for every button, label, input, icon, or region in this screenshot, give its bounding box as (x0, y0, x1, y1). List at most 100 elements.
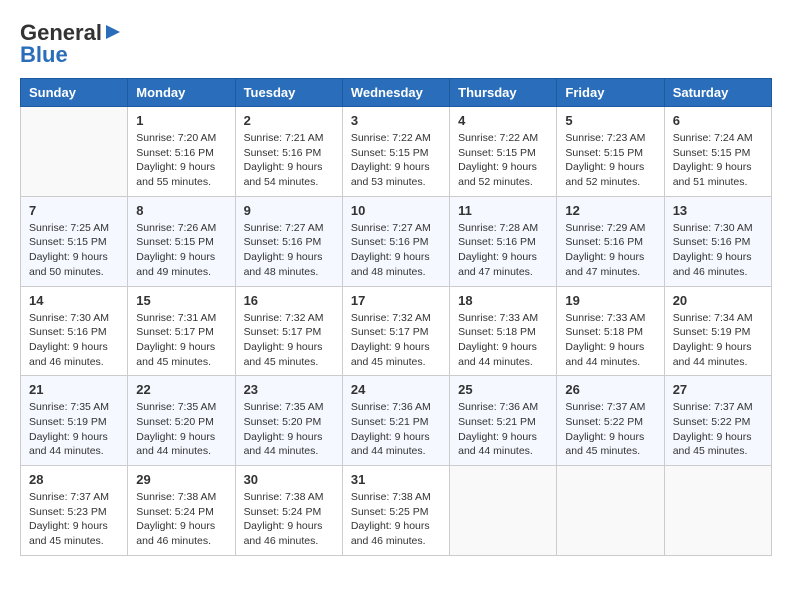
calendar-cell: 12Sunrise: 7:29 AM Sunset: 5:16 PM Dayli… (557, 196, 664, 286)
day-info: Sunrise: 7:35 AM Sunset: 5:20 PM Dayligh… (244, 400, 334, 459)
day-number: 27 (673, 382, 763, 397)
weekday-header-thursday: Thursday (450, 79, 557, 107)
calendar-cell: 19Sunrise: 7:33 AM Sunset: 5:18 PM Dayli… (557, 286, 664, 376)
calendar-cell: 23 Sunrise: 7:35 AM Sunset: 5:20 PM Dayli… (235, 376, 342, 466)
day-info: Sunrise: 7:33 AM Sunset: 5:18 PM Dayligh… (565, 311, 655, 370)
calendar-cell (450, 466, 557, 556)
calendar-cell: 24 Sunrise: 7:36 AM Sunset: 5:21 PM Dayli… (342, 376, 449, 466)
day-number: 16 (244, 293, 334, 308)
calendar-week-row: 14 Sunrise: 7:30 AM Sunset: 5:16 PM Dayli… (21, 286, 772, 376)
calendar-week-row: 28Sunrise: 7:37 AM Sunset: 5:23 PM Dayli… (21, 466, 772, 556)
day-info: Sunrise: 7:27 AM Sunset: 5:16 PM Dayligh… (244, 221, 334, 280)
day-info: Sunrise: 7:32 AM Sunset: 5:17 PM Dayligh… (244, 311, 334, 370)
weekday-header-friday: Friday (557, 79, 664, 107)
day-number: 29 (136, 472, 226, 487)
calendar-cell: 9 Sunrise: 7:27 AM Sunset: 5:16 PM Daylig… (235, 196, 342, 286)
day-number: 8 (136, 203, 226, 218)
calendar-cell: 31Sunrise: 7:38 AM Sunset: 5:25 PM Dayli… (342, 466, 449, 556)
day-info: Sunrise: 7:38 AM Sunset: 5:25 PM Dayligh… (351, 490, 441, 549)
day-number: 9 (244, 203, 334, 218)
weekday-header-monday: Monday (128, 79, 235, 107)
calendar-cell: 17Sunrise: 7:32 AM Sunset: 5:17 PM Dayli… (342, 286, 449, 376)
calendar-cell: 28Sunrise: 7:37 AM Sunset: 5:23 PM Dayli… (21, 466, 128, 556)
day-info: Sunrise: 7:31 AM Sunset: 5:17 PM Dayligh… (136, 311, 226, 370)
calendar-cell: 30 Sunrise: 7:38 AM Sunset: 5:24 PM Dayli… (235, 466, 342, 556)
day-info: Sunrise: 7:34 AM Sunset: 5:19 PM Dayligh… (673, 311, 763, 370)
day-info: Sunrise: 7:22 AM Sunset: 5:15 PM Dayligh… (351, 131, 441, 190)
day-number: 25 (458, 382, 548, 397)
day-info: Sunrise: 7:21 AM Sunset: 5:16 PM Dayligh… (244, 131, 334, 190)
day-info: Sunrise: 7:37 AM Sunset: 5:22 PM Dayligh… (673, 400, 763, 459)
day-number: 17 (351, 293, 441, 308)
day-info: Sunrise: 7:22 AM Sunset: 5:15 PM Dayligh… (458, 131, 548, 190)
calendar-cell: 27 Sunrise: 7:37 AM Sunset: 5:22 PM Dayli… (664, 376, 771, 466)
day-number: 22 (136, 382, 226, 397)
day-info: Sunrise: 7:33 AM Sunset: 5:18 PM Dayligh… (458, 311, 548, 370)
calendar-table: SundayMondayTuesdayWednesdayThursdayFrid… (20, 78, 772, 556)
logo: General Blue (20, 20, 122, 68)
calendar-cell: 26 Sunrise: 7:37 AM Sunset: 5:22 PM Dayli… (557, 376, 664, 466)
day-info: Sunrise: 7:29 AM Sunset: 5:16 PM Dayligh… (565, 221, 655, 280)
calendar-header-row: SundayMondayTuesdayWednesdayThursdayFrid… (21, 79, 772, 107)
day-info: Sunrise: 7:36 AM Sunset: 5:21 PM Dayligh… (458, 400, 548, 459)
day-number: 3 (351, 113, 441, 128)
weekday-header-saturday: Saturday (664, 79, 771, 107)
day-number: 14 (29, 293, 119, 308)
calendar-cell (557, 466, 664, 556)
calendar-cell: 18 Sunrise: 7:33 AM Sunset: 5:18 PM Dayli… (450, 286, 557, 376)
day-info: Sunrise: 7:36 AM Sunset: 5:21 PM Dayligh… (351, 400, 441, 459)
calendar-week-row: 21 Sunrise: 7:35 AM Sunset: 5:19 PM Dayli… (21, 376, 772, 466)
day-number: 1 (136, 113, 226, 128)
day-info: Sunrise: 7:26 AM Sunset: 5:15 PM Dayligh… (136, 221, 226, 280)
weekday-header-wednesday: Wednesday (342, 79, 449, 107)
day-number: 15 (136, 293, 226, 308)
day-number: 4 (458, 113, 548, 128)
day-info: Sunrise: 7:38 AM Sunset: 5:24 PM Dayligh… (136, 490, 226, 549)
calendar-cell: 6Sunrise: 7:24 AM Sunset: 5:15 PM Daylig… (664, 107, 771, 197)
day-number: 20 (673, 293, 763, 308)
calendar-cell: 7Sunrise: 7:25 AM Sunset: 5:15 PM Daylig… (21, 196, 128, 286)
calendar-cell: 10Sunrise: 7:27 AM Sunset: 5:16 PM Dayli… (342, 196, 449, 286)
day-number: 7 (29, 203, 119, 218)
day-info: Sunrise: 7:24 AM Sunset: 5:15 PM Dayligh… (673, 131, 763, 190)
day-info: Sunrise: 7:30 AM Sunset: 5:16 PM Dayligh… (29, 311, 119, 370)
page-header: General Blue (20, 20, 772, 68)
day-number: 11 (458, 203, 548, 218)
calendar-cell: 4 Sunrise: 7:22 AM Sunset: 5:15 PM Daylig… (450, 107, 557, 197)
day-info: Sunrise: 7:38 AM Sunset: 5:24 PM Dayligh… (244, 490, 334, 549)
calendar-cell: 20 Sunrise: 7:34 AM Sunset: 5:19 PM Dayli… (664, 286, 771, 376)
calendar-cell: 1 Sunrise: 7:20 AM Sunset: 5:16 PM Daylig… (128, 107, 235, 197)
weekday-header-sunday: Sunday (21, 79, 128, 107)
day-number: 5 (565, 113, 655, 128)
calendar-cell: 16 Sunrise: 7:32 AM Sunset: 5:17 PM Dayli… (235, 286, 342, 376)
day-number: 26 (565, 382, 655, 397)
day-info: Sunrise: 7:37 AM Sunset: 5:23 PM Dayligh… (29, 490, 119, 549)
calendar-cell: 13Sunrise: 7:30 AM Sunset: 5:16 PM Dayli… (664, 196, 771, 286)
day-number: 30 (244, 472, 334, 487)
day-info: Sunrise: 7:23 AM Sunset: 5:15 PM Dayligh… (565, 131, 655, 190)
calendar-cell: 5 Sunrise: 7:23 AM Sunset: 5:15 PM Daylig… (557, 107, 664, 197)
day-number: 21 (29, 382, 119, 397)
day-info: Sunrise: 7:35 AM Sunset: 5:20 PM Dayligh… (136, 400, 226, 459)
day-number: 10 (351, 203, 441, 218)
calendar-cell: 8 Sunrise: 7:26 AM Sunset: 5:15 PM Daylig… (128, 196, 235, 286)
day-info: Sunrise: 7:28 AM Sunset: 5:16 PM Dayligh… (458, 221, 548, 280)
day-number: 2 (244, 113, 334, 128)
calendar-cell: 29 Sunrise: 7:38 AM Sunset: 5:24 PM Dayli… (128, 466, 235, 556)
day-info: Sunrise: 7:30 AM Sunset: 5:16 PM Dayligh… (673, 221, 763, 280)
calendar-cell: 3 Sunrise: 7:22 AM Sunset: 5:15 PM Daylig… (342, 107, 449, 197)
day-info: Sunrise: 7:35 AM Sunset: 5:19 PM Dayligh… (29, 400, 119, 459)
day-number: 23 (244, 382, 334, 397)
day-info: Sunrise: 7:37 AM Sunset: 5:22 PM Dayligh… (565, 400, 655, 459)
logo-blue: Blue (20, 42, 68, 68)
calendar-cell: 15 Sunrise: 7:31 AM Sunset: 5:17 PM Dayli… (128, 286, 235, 376)
calendar-cell: 25 Sunrise: 7:36 AM Sunset: 5:21 PM Dayli… (450, 376, 557, 466)
weekday-header-tuesday: Tuesday (235, 79, 342, 107)
calendar-cell: 11 Sunrise: 7:28 AM Sunset: 5:16 PM Dayli… (450, 196, 557, 286)
day-info: Sunrise: 7:20 AM Sunset: 5:16 PM Dayligh… (136, 131, 226, 190)
calendar-cell: 22 Sunrise: 7:35 AM Sunset: 5:20 PM Dayli… (128, 376, 235, 466)
day-number: 24 (351, 382, 441, 397)
day-number: 18 (458, 293, 548, 308)
calendar-cell: 14 Sunrise: 7:30 AM Sunset: 5:16 PM Dayli… (21, 286, 128, 376)
calendar-week-row: 7Sunrise: 7:25 AM Sunset: 5:15 PM Daylig… (21, 196, 772, 286)
